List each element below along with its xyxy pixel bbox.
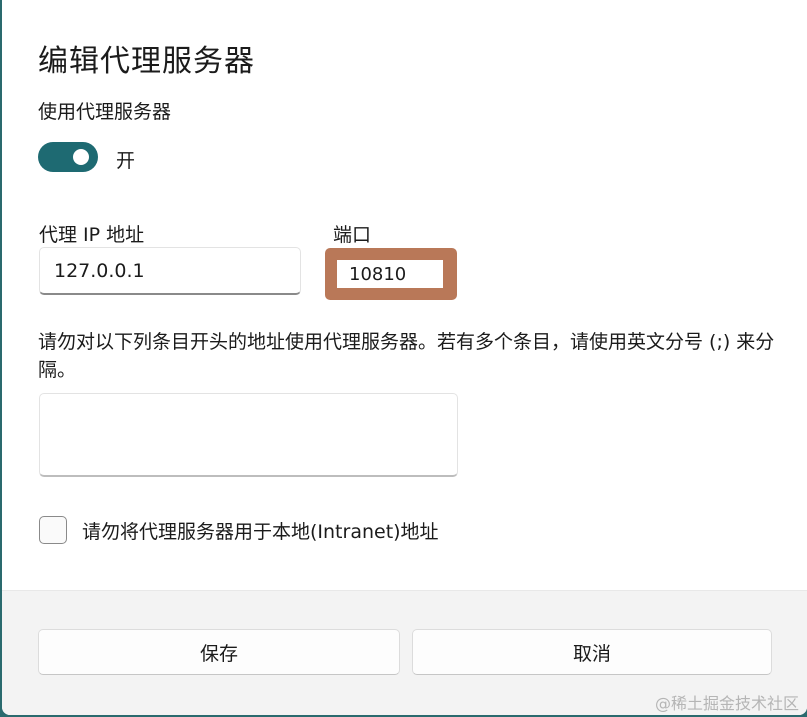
toggle-knob [73,149,89,165]
dialog-footer: 保存 取消 @稀土掘金技术社区 [2,590,807,715]
dialog-title: 编辑代理服务器 [38,44,255,79]
use-proxy-toggle[interactable] [38,142,98,172]
bypass-local-checkbox[interactable] [39,516,67,544]
toggle-state-label: 开 [116,150,136,172]
use-proxy-label: 使用代理服务器 [38,101,172,123]
cancel-button[interactable]: 取消 [412,629,772,675]
proxy-ip-value: 127.0.0.1 [54,259,145,282]
port-highlight: 10810 [325,248,457,300]
edit-proxy-dialog: 编辑代理服务器 使用代理服务器 开 代理 IP 地址 127.0.0.1 端口 … [2,0,807,715]
exceptions-description: 请勿对以下列条目开头的地址使用代理服务器。若有多个条目，请使用英文分号 (;) … [38,331,775,381]
port-label: 端口 [333,224,372,246]
bypass-local-label: 请勿将代理服务器用于本地(Intranet)地址 [82,521,439,543]
port-value: 10810 [349,263,407,285]
save-button[interactable]: 保存 [38,629,400,675]
exceptions-textarea[interactable] [39,393,458,477]
proxy-ip-label: 代理 IP 地址 [39,224,145,246]
proxy-ip-input[interactable]: 127.0.0.1 [39,247,301,295]
port-input[interactable]: 10810 [337,260,443,288]
watermark: @稀土掘金技术社区 [654,694,799,713]
